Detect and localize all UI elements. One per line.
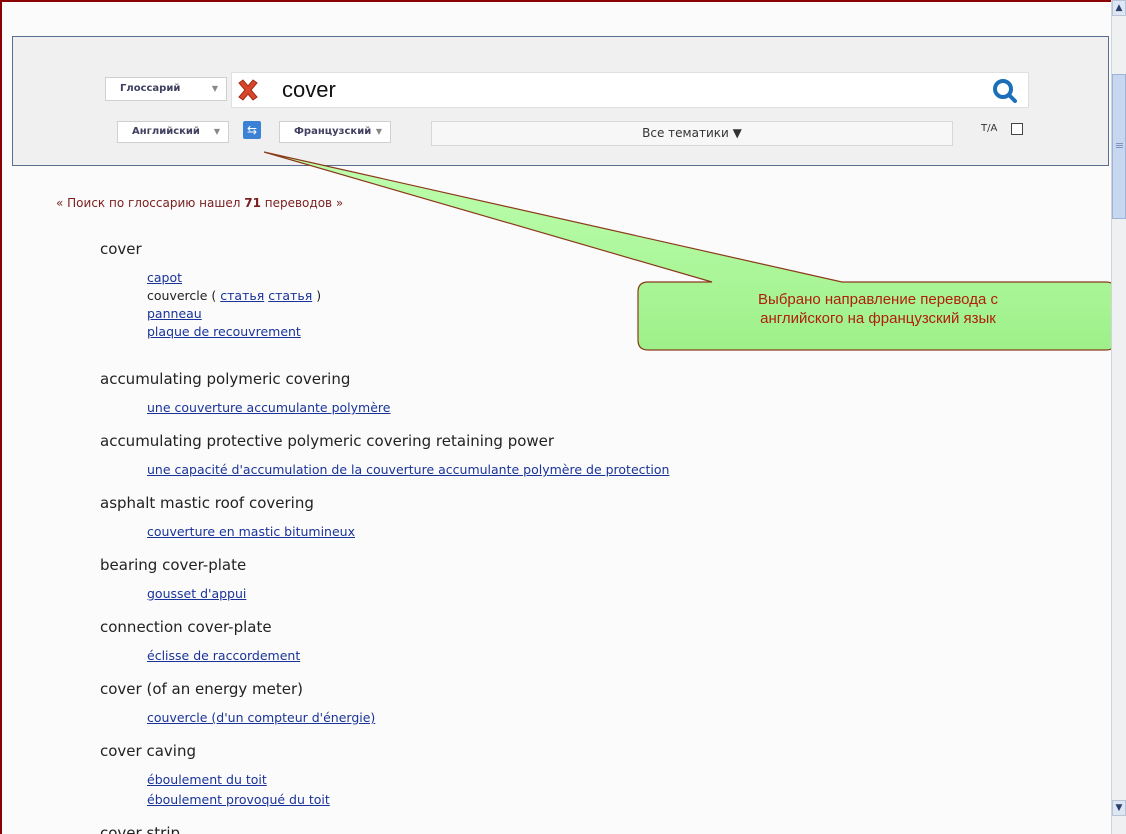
translation-link[interactable]: couverture en mastic bitumineux — [147, 524, 355, 539]
translation-link[interactable]: couvercle (d'un compteur d'énergie) — [147, 710, 375, 725]
translation-text: couvercle — [147, 288, 208, 303]
term-heading: cover caving — [100, 742, 196, 760]
translation-link[interactable]: éclisse de raccordement — [147, 648, 300, 663]
translation-link[interactable]: éboulement du toit — [147, 772, 267, 787]
target-language-label: Французский — [294, 126, 372, 137]
term-heading: cover strip — [100, 824, 181, 834]
grip-icon — [1116, 143, 1123, 144]
themes-dropdown[interactable]: Все тематики ▼ — [431, 121, 953, 146]
translation-link[interactable]: une couverture accumulante polymère — [147, 400, 390, 415]
translation-link[interactable]: gousset d'appui — [147, 586, 246, 601]
source-language-dropdown[interactable]: Английский ▼ — [117, 121, 229, 143]
mode-dropdown[interactable]: Глоссарий ▼ — [105, 77, 227, 101]
search-input[interactable]: cover — [282, 77, 336, 103]
page-frame: Глоссарий ▼ cover Английский ▼ ⇆ Француз… — [0, 0, 1111, 834]
swap-languages-button[interactable]: ⇆ — [243, 121, 261, 139]
term-heading: accumulating protective polymeric coveri… — [100, 432, 555, 450]
article-link[interactable]: статья — [220, 288, 264, 303]
translation-link[interactable]: panneau — [147, 306, 202, 321]
term-heading: asphalt mastic roof covering — [100, 494, 314, 512]
scroll-down-button[interactable]: ▼ — [1112, 800, 1126, 816]
term-heading: connection cover-plate — [100, 618, 272, 636]
translit-checkbox[interactable] — [1011, 123, 1023, 135]
target-language-dropdown[interactable]: Французский ▼ — [279, 121, 391, 143]
callout-line-2: английского на французский язык — [760, 310, 996, 327]
translation-link[interactable]: plaque de recouvrement — [147, 324, 301, 339]
clear-icon[interactable] — [235, 77, 261, 103]
chevron-down-icon: ▼ — [211, 84, 218, 93]
translation-item: couvercle ( статья статья ) — [147, 288, 322, 303]
mode-dropdown-label: Глоссарий — [120, 83, 181, 94]
search-panel: Глоссарий ▼ cover Английский ▼ ⇆ Француз… — [12, 36, 1109, 166]
search-box: cover — [231, 72, 1029, 108]
term-heading: cover — [100, 240, 142, 258]
term-heading: bearing cover-plate — [100, 556, 247, 574]
search-icon[interactable] — [990, 76, 1020, 106]
results-count: 71 — [244, 196, 261, 210]
source-language-label: Английский — [132, 126, 200, 137]
scroll-up-button[interactable]: ▲ — [1112, 0, 1126, 16]
chevron-down-icon: ▼ — [213, 127, 220, 136]
scroll-thumb[interactable] — [1112, 74, 1126, 219]
vertical-scrollbar[interactable]: ▲ ▼ — [1111, 0, 1126, 834]
callout-text: Выбрано направление перевода с английско… — [638, 286, 1111, 350]
callout-line-1: Выбрано направление перевода с — [758, 291, 998, 308]
term-heading: accumulating polymeric covering — [100, 370, 351, 388]
translation-link[interactable]: une capacité d'accumulation de la couver… — [147, 462, 669, 477]
term-heading: cover (of an energy meter) — [100, 680, 304, 698]
article-link[interactable]: статья — [268, 288, 312, 303]
chevron-down-icon: ▼ — [375, 127, 382, 136]
results-summary: « Поиск по глоссарию нашел 71 переводов … — [56, 196, 343, 210]
translit-label: Т/А — [981, 123, 998, 134]
swap-icon: ⇆ — [246, 123, 258, 137]
summary-prefix: « Поиск по глоссарию нашел — [56, 196, 245, 210]
translation-link[interactable]: capot — [147, 270, 182, 285]
translation-link[interactable]: éboulement provoqué du toit — [147, 792, 330, 807]
summary-suffix: переводов » — [260, 196, 344, 210]
